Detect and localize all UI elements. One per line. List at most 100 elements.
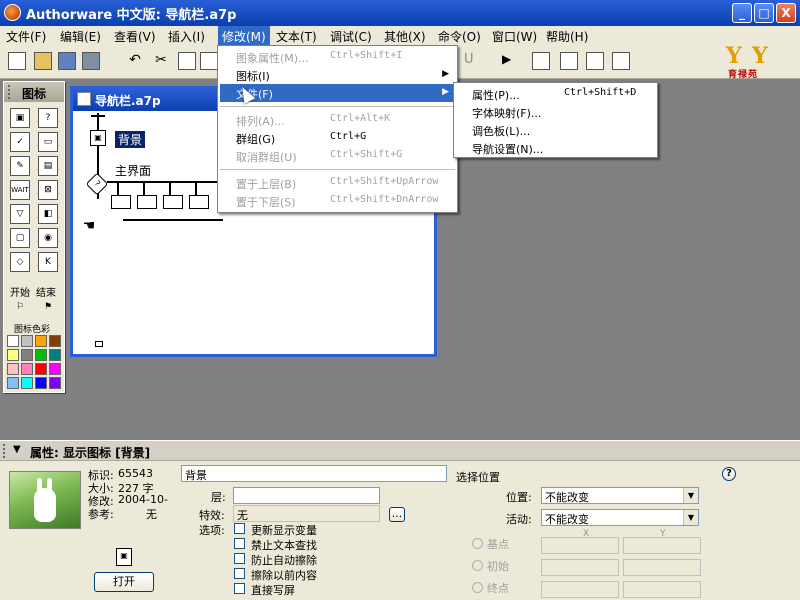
menu-item-group[interactable]: 群组(G) Ctrl+G — [220, 129, 455, 147]
menu-edit[interactable]: 编辑(E) — [60, 28, 101, 45]
new-file-icon[interactable] — [8, 52, 26, 70]
menu-item-ungroup[interactable]: 取消群组(U) Ctrl+Shift+G — [220, 147, 455, 165]
import-icon[interactable] — [82, 52, 100, 70]
start-flag-icon[interactable]: ⚐ — [10, 298, 30, 318]
effect-browse-button[interactable]: ... — [389, 507, 405, 522]
help-icon[interactable]: ? — [722, 467, 736, 481]
cut-icon[interactable]: ✂ — [152, 52, 170, 70]
minimize-button[interactable]: _ — [732, 3, 752, 23]
menu-window[interactable]: 窗口(W) — [492, 28, 537, 45]
color-swatch[interactable] — [35, 349, 47, 361]
display-icon-label[interactable]: 背景 — [115, 131, 146, 148]
menu-commands[interactable]: 命令(O) — [438, 28, 481, 45]
menu-item-properties[interactable]: 属性(P)... Ctrl+Shift+D — [456, 85, 655, 103]
save-icon[interactable] — [58, 52, 76, 70]
title-bar: Authorware 中文版: 导航栏.a7p _ □ X — [0, 0, 800, 26]
color-swatch[interactable] — [35, 363, 47, 375]
decision-icon[interactable]: ▽ — [10, 204, 30, 224]
update-variables-checkbox[interactable] — [234, 523, 245, 534]
menu-debug[interactable]: 调试(C) — [330, 28, 372, 45]
exclude-text-search-checkbox[interactable] — [234, 538, 245, 549]
menu-item-align[interactable]: 排列(A)... Ctrl+Alt+K — [220, 111, 455, 129]
color-swatch[interactable] — [49, 349, 61, 361]
knowledge-objects-icon[interactable] — [612, 52, 630, 70]
menu-item-image-properties[interactable]: 图象属性(M)... Ctrl+Shift+I — [220, 48, 455, 66]
interaction-icon[interactable]: ? — [85, 172, 109, 196]
color-swatch[interactable] — [21, 335, 33, 347]
color-swatch[interactable] — [49, 363, 61, 375]
movable-select[interactable]: 不能改变 ▼ — [541, 509, 699, 526]
menu-view[interactable]: 查看(V) — [114, 28, 156, 45]
color-swatch[interactable] — [49, 335, 61, 347]
menu-xtras[interactable]: 其他(X) — [384, 28, 426, 45]
color-swatch[interactable] — [49, 377, 61, 389]
digital-movie-icon[interactable]: ◉ — [38, 228, 58, 248]
close-button[interactable]: X — [776, 3, 796, 23]
map-icon[interactable] — [163, 195, 183, 209]
menu-item-navigation-setup[interactable]: 导航设置(N)... — [456, 139, 655, 157]
layer-field[interactable] — [233, 487, 380, 504]
motion-icon[interactable]: ? — [38, 108, 58, 128]
collapse-triangle-icon[interactable]: ▼ — [13, 444, 21, 455]
menu-modify[interactable]: 修改(M) — [218, 26, 270, 45]
palette-header[interactable]: 图标 — [4, 82, 64, 102]
color-swatch[interactable] — [7, 349, 19, 361]
menu-item-bring-to-front[interactable]: 置于上层(B) Ctrl+Shift+UpArrow — [220, 174, 455, 192]
paste-icon[interactable] — [200, 52, 218, 70]
menu-item-send-to-back[interactable]: 置于下层(S) Ctrl+Shift+DnArrow — [220, 192, 455, 210]
calculation-icon[interactable]: ◧ — [38, 204, 58, 224]
position-label: 位置: — [506, 491, 532, 504]
undo-icon[interactable]: ↶ — [126, 52, 144, 70]
maximize-button[interactable]: □ — [754, 3, 774, 23]
menu-insert[interactable]: 插入(I) — [168, 28, 205, 45]
menu-item-icon[interactable]: 图标(I) ▶ — [220, 66, 455, 84]
erase-icon[interactable]: ✓ — [10, 132, 30, 152]
color-swatch[interactable] — [21, 377, 33, 389]
menu-file[interactable]: 文件(F) — [6, 28, 46, 45]
app-icon[interactable] — [4, 4, 21, 21]
map-icon[interactable] — [189, 195, 209, 209]
sound-icon[interactable]: ◇ — [10, 252, 30, 272]
framework-icon[interactable]: ▤ — [38, 156, 58, 176]
prevent-auto-erase-checkbox[interactable] — [234, 553, 245, 564]
map-icon[interactable] — [111, 195, 131, 209]
menu-help[interactable]: 帮助(H) — [546, 28, 588, 45]
wait-icon[interactable]: ▭ — [38, 132, 58, 152]
color-swatch[interactable] — [35, 377, 47, 389]
effect-field: 无 — [233, 505, 380, 522]
menu-text[interactable]: 文本(T) — [276, 28, 317, 45]
color-swatch[interactable] — [7, 335, 19, 347]
underline-icon[interactable]: U — [464, 52, 474, 67]
display-icon[interactable]: ▣ — [10, 108, 30, 128]
control-panel-icon[interactable] — [532, 52, 550, 70]
color-swatch[interactable] — [7, 363, 19, 375]
color-swatch[interactable] — [35, 335, 47, 347]
map-icon[interactable] — [137, 195, 157, 209]
map-icon[interactable]: ▢ — [10, 228, 30, 248]
variables-icon[interactable] — [586, 52, 604, 70]
menu-item-palette[interactable]: 调色板(L)... — [456, 121, 655, 139]
menu-item-file[interactable]: 文件(F) ▶ — [220, 84, 455, 102]
functions-icon[interactable] — [560, 52, 578, 70]
direct-to-screen-checkbox[interactable] — [234, 583, 245, 594]
knowledge-object-icon[interactable]: K — [38, 252, 58, 272]
display-icon[interactable]: ▣ — [90, 130, 106, 146]
icon-name-field[interactable]: 背景 — [181, 465, 447, 482]
color-swatch[interactable] — [21, 363, 33, 375]
run-icon[interactable]: ▶ — [502, 52, 520, 70]
initial-radio — [472, 560, 483, 571]
properties-header[interactable]: ▼ 属性: 显示图标 [背景] — [0, 441, 800, 461]
wait-button-icon[interactable]: WAIT — [10, 180, 30, 200]
color-swatch[interactable] — [7, 377, 19, 389]
stop-flag-icon[interactable]: ⚑ — [38, 298, 58, 318]
open-button[interactable]: 打开 — [94, 572, 154, 592]
navigate-icon[interactable]: ✎ — [10, 156, 30, 176]
erase-previous-checkbox[interactable] — [234, 568, 245, 579]
position-select[interactable]: 不能改变 ▼ — [541, 487, 699, 504]
copy-icon[interactable] — [178, 52, 196, 70]
framework-label[interactable]: 主界面 — [115, 162, 151, 179]
interaction-icon[interactable]: ⊠ — [38, 180, 58, 200]
open-file-icon[interactable] — [34, 52, 52, 70]
color-swatch[interactable] — [21, 349, 33, 361]
menu-item-font-mapping[interactable]: 字体映射(F)... — [456, 103, 655, 121]
